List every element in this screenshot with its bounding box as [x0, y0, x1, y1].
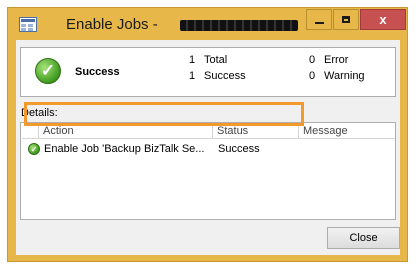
table-row[interactable]: ✓ Enable Job 'Backup BizTalk Se... Succe… — [22, 140, 394, 158]
window-title: Enable Jobs - — [66, 16, 158, 33]
success-label: Success — [204, 70, 246, 82]
success-count: 1 — [189, 70, 196, 82]
row-action: Enable Job 'Backup BizTalk Se... — [44, 143, 205, 155]
enable-jobs-window: Enable Jobs - x ✓ Success 1 Total 1 Succ… — [7, 7, 408, 262]
minimize-icon — [314, 21, 324, 24]
summary-panel: ✓ Success 1 Total 1 Success 0 Error 0 Wa… — [20, 47, 396, 97]
warning-count: 0 — [309, 70, 316, 82]
total-count: 1 — [189, 54, 196, 66]
maximize-icon — [342, 16, 350, 23]
close-icon: x — [379, 12, 387, 27]
warning-label: Warning — [324, 70, 365, 82]
maximize-button[interactable] — [333, 9, 359, 30]
summary-status: Success — [75, 66, 120, 78]
dialog-body: ✓ Success 1 Total 1 Success 0 Error 0 Wa… — [16, 40, 400, 255]
column-header-message[interactable]: Message — [299, 124, 395, 139]
error-label: Error — [324, 54, 349, 66]
redacted-title-text — [180, 20, 298, 31]
error-count: 0 — [309, 54, 316, 66]
row-status: Success — [218, 143, 260, 155]
highlight-box — [24, 102, 304, 126]
details-grid[interactable]: Action Status Message ✓ Enable Job 'Back… — [20, 122, 396, 220]
total-label: Total — [204, 54, 228, 66]
close-window-button[interactable]: x — [360, 9, 406, 30]
column-header-icon[interactable] — [22, 124, 39, 139]
column-header-action[interactable]: Action — [39, 124, 213, 139]
title-bar[interactable]: Enable Jobs - x — [8, 8, 407, 40]
close-button[interactable]: Close — [327, 227, 400, 249]
column-header-status[interactable]: Status — [213, 124, 299, 139]
success-check-icon: ✓ — [28, 143, 40, 155]
minimize-button[interactable] — [306, 9, 332, 30]
success-check-icon: ✓ — [35, 58, 61, 84]
app-window-icon[interactable] — [19, 17, 37, 32]
